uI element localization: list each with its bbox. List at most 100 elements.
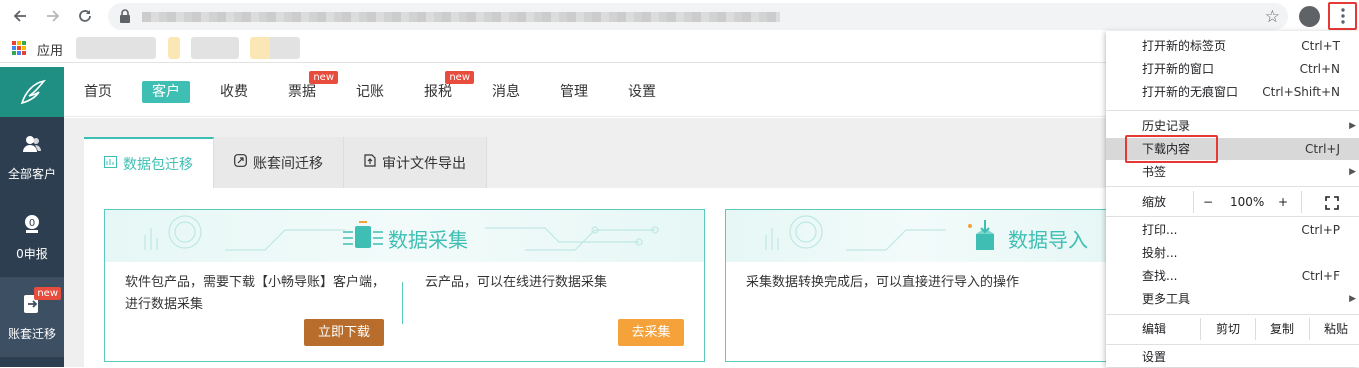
menu-shortcut: Ctrl+T — [1301, 39, 1340, 53]
profile-avatar-icon[interactable] — [1299, 6, 1320, 27]
sidebar-item-zero-declare[interactable]: 0 0申报 — [0, 197, 64, 277]
nav-label: 报税 — [424, 84, 452, 100]
export-file-icon — [364, 154, 376, 171]
import-description-text: 采集数据转换完成后，可以直接进行导入的操作 — [746, 275, 1020, 290]
divider — [1193, 191, 1194, 213]
new-badge: new — [445, 71, 474, 84]
nav-bookkeeping[interactable]: 记账 — [346, 81, 394, 103]
card-title: 数据采集 — [388, 228, 468, 252]
menu-item-new-tab[interactable]: 打开新的标签页 Ctrl+T — [1106, 35, 1359, 57]
tab-between-accounts[interactable]: 账套间迁移 — [214, 137, 344, 188]
sidebar-item-all-customers[interactable]: 全部客户 — [0, 117, 64, 197]
nav-settings[interactable]: 设置 — [618, 81, 666, 103]
new-badge: new — [309, 71, 338, 84]
redacted-bookmark[interactable] — [191, 37, 239, 59]
content-area: 数据包迁移 账套间迁移 审计文件导出 数据采集 软件包产品，需要下载【小畅导账】… — [64, 118, 1109, 367]
svg-text:0: 0 — [29, 218, 35, 229]
apps-label[interactable]: 应用 — [37, 40, 63, 59]
nav-bills[interactable]: 票据 new — [278, 71, 338, 103]
apps-grid-icon[interactable] — [12, 41, 26, 55]
download-now-button[interactable]: 立即下载 — [304, 319, 384, 346]
feather-logo-icon — [20, 79, 47, 105]
menu-edit-row: 编辑 剪切 复制 粘贴 — [1106, 318, 1359, 340]
redacted-bookmark[interactable] — [250, 37, 300, 59]
redacted-url — [142, 12, 780, 22]
copy-button[interactable]: 复制 — [1270, 318, 1294, 340]
tax-zero-icon: 0 — [25, 214, 39, 233]
divider — [402, 282, 403, 324]
users-icon — [23, 135, 41, 152]
menu-item-print[interactable]: 打印... Ctrl+P — [1106, 219, 1359, 241]
menu-item-history[interactable]: 历史记录 ▶ — [1106, 115, 1359, 137]
submenu-arrow-icon: ▶ — [1349, 167, 1356, 177]
tab-label: 账套间迁移 — [253, 155, 323, 172]
menu-item-new-window[interactable]: 打开新的窗口 Ctrl+N — [1106, 58, 1359, 80]
downloads-highlight-box — [1125, 135, 1218, 163]
software-package-text: 软件包产品，需要下载【小畅导账】客户端，进行数据采集 — [125, 275, 386, 312]
cut-button[interactable]: 剪切 — [1216, 318, 1240, 340]
nav-fees[interactable]: 收费 — [210, 81, 258, 103]
menu-item-find[interactable]: 查找... Ctrl+F — [1106, 265, 1359, 287]
nav-customers[interactable]: 客户 — [142, 81, 190, 103]
menu-separator — [1106, 186, 1359, 187]
tab-data-package[interactable]: 数据包迁移 — [84, 137, 214, 188]
divider — [1309, 318, 1310, 340]
address-bar[interactable]: ☆ — [108, 3, 1288, 30]
data-import-icon — [968, 220, 994, 250]
menu-label: 查找... — [1142, 269, 1178, 283]
nav-label: 首页 — [84, 84, 112, 100]
forward-arrow-icon[interactable] — [42, 5, 64, 27]
nav-home[interactable]: 首页 — [74, 81, 122, 103]
divider — [1255, 318, 1256, 340]
divider — [1200, 318, 1201, 340]
submenu-arrow-icon: ▶ — [1349, 121, 1356, 131]
tab-label: 审计文件导出 — [382, 155, 466, 172]
menu-item-more-tools[interactable]: 更多工具 ▶ — [1106, 288, 1359, 310]
nav-messages[interactable]: 消息 — [482, 81, 530, 103]
nav-label: 记账 — [356, 84, 384, 100]
paste-button[interactable]: 粘贴 — [1324, 318, 1348, 340]
zoom-out-button[interactable]: − — [1203, 191, 1213, 213]
nav-tax[interactable]: 报税 new — [414, 71, 474, 103]
chrome-menu-button[interactable] — [1328, 2, 1357, 30]
zoom-label: 缩放 — [1142, 195, 1167, 209]
tab-audit-export[interactable]: 审计文件导出 — [344, 137, 487, 188]
menu-shortcut: Ctrl+P — [1301, 223, 1340, 237]
menu-zoom-row: 缩放 − 100% + — [1106, 191, 1359, 213]
nav-manage[interactable]: 管理 — [550, 81, 598, 103]
menu-shortcut: Ctrl+F — [1301, 269, 1340, 283]
back-arrow-icon[interactable] — [9, 5, 31, 27]
cloud-product-text: 云产品，可以在线进行数据采集 — [425, 275, 608, 290]
go-collect-button[interactable]: 去采集 — [618, 319, 684, 346]
reload-icon[interactable] — [74, 5, 96, 27]
sidebar-item-label: 全部客户 — [7, 166, 56, 181]
menu-shortcut: Ctrl+N — [1299, 62, 1340, 76]
sidebar-item-migrate[interactable]: new 账套迁移 — [0, 277, 64, 357]
menu-item-incognito[interactable]: 打开新的无痕窗口 Ctrl+Shift+N — [1106, 81, 1359, 103]
app-sidebar: 全部客户 0 0申报 new 账套迁移 — [0, 67, 64, 367]
menu-shortcut: Ctrl+J — [1305, 142, 1340, 156]
redacted-bookmark[interactable] — [76, 37, 156, 59]
menu-label: 投射... — [1142, 246, 1178, 260]
fullscreen-icon[interactable] — [1325, 195, 1339, 217]
nav-label: 票据 — [288, 84, 316, 100]
redacted-bookmark[interactable] — [168, 37, 180, 59]
data-collect-icon — [343, 221, 383, 248]
migration-tabs: 数据包迁移 账套间迁移 审计文件导出 — [84, 137, 487, 188]
card-header: 数据导入 — [726, 210, 1109, 262]
nav-label: 收费 — [220, 84, 248, 100]
menu-item-cast[interactable]: 投射... — [1106, 242, 1359, 264]
menu-label: 更多工具 — [1142, 292, 1191, 306]
card-title: 数据导入 — [1008, 228, 1088, 252]
browser-toolbar: ☆ — [0, 0, 1359, 33]
menu-shortcut: Ctrl+Shift+N — [1262, 85, 1340, 99]
bookmark-star-icon[interactable]: ☆ — [1265, 7, 1280, 27]
menu-item-bookmarks[interactable]: 书签 ▶ — [1106, 161, 1359, 183]
zoom-in-button[interactable]: + — [1278, 191, 1288, 213]
nav-label: 管理 — [560, 84, 588, 100]
menu-label: 历史记录 — [1142, 119, 1191, 133]
menu-item-settings[interactable]: 设置 — [1106, 346, 1359, 368]
chrome-menu: 打开新的标签页 Ctrl+T 打开新的窗口 Ctrl+N 打开新的无痕窗口 Ctrl+… — [1106, 31, 1359, 367]
menu-separator — [1106, 216, 1359, 217]
menu-label: 打开新的标签页 — [1142, 39, 1227, 53]
